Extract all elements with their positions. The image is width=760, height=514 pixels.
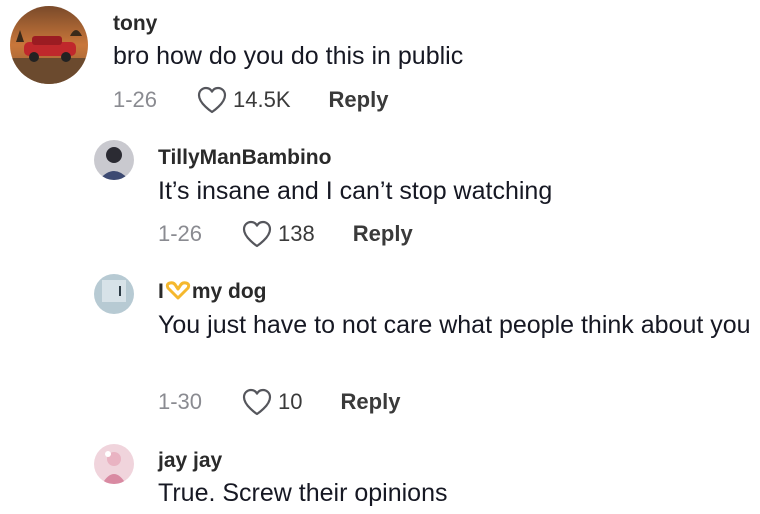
comment-item: tony bro how do you do this in public 1-… [0,0,760,130]
user-avatar[interactable] [94,444,134,484]
username-suffix: my dog [191,280,267,303]
like-button[interactable]: 10 [242,388,303,416]
comment-meta: 1-26 14.5K Reply [113,86,388,114]
comment-username[interactable]: Imy dog [158,280,267,306]
heart-icon [197,86,227,114]
reply-button[interactable]: Reply [329,87,389,113]
like-button[interactable]: 138 [242,220,315,248]
heart-icon [242,220,272,248]
comment-date: 1-26 [158,221,203,246]
comment-item: TillyManBambino It’s insane and I can’t … [0,130,760,265]
reply-button[interactable]: Reply [341,389,401,415]
person-avatar-icon [94,140,134,180]
pink-figure-avatar-icon [94,444,134,484]
comment-item: jay jay True. Screw their opinions [0,435,760,514]
sunset-car-avatar-icon [10,6,88,84]
pale-blue-avatar-icon [94,274,134,314]
user-avatar[interactable] [94,140,134,180]
reply-button[interactable]: Reply [353,221,413,247]
heart-icon [242,388,272,416]
comment-item: Imy dog You just have to not care what p… [0,265,760,435]
like-count: 138 [278,221,315,246]
like-button[interactable]: 14.5K [197,86,291,114]
comment-username[interactable]: tony [113,12,157,36]
user-avatar[interactable] [94,274,134,314]
comment-date: 1-26 [113,87,158,112]
heart-hands-emoji-icon [164,280,192,306]
user-avatar[interactable] [10,6,88,84]
comment-text: It’s insane and I can’t stop watching [158,177,553,205]
comment-username[interactable]: TillyManBambino [158,146,331,170]
comment-text: bro how do you do this in public [113,42,464,70]
comment-text: You just have to not care what people th… [158,311,751,339]
comment-meta: 1-26 138 Reply [158,220,413,248]
comment-date: 1-30 [158,389,203,414]
comment-username[interactable]: jay jay [158,449,222,473]
comment-meta: 1-30 10 Reply [158,388,400,416]
comment-text: True. Screw their opinions [158,479,448,507]
like-count: 14.5K [233,87,291,112]
like-count: 10 [278,389,303,414]
